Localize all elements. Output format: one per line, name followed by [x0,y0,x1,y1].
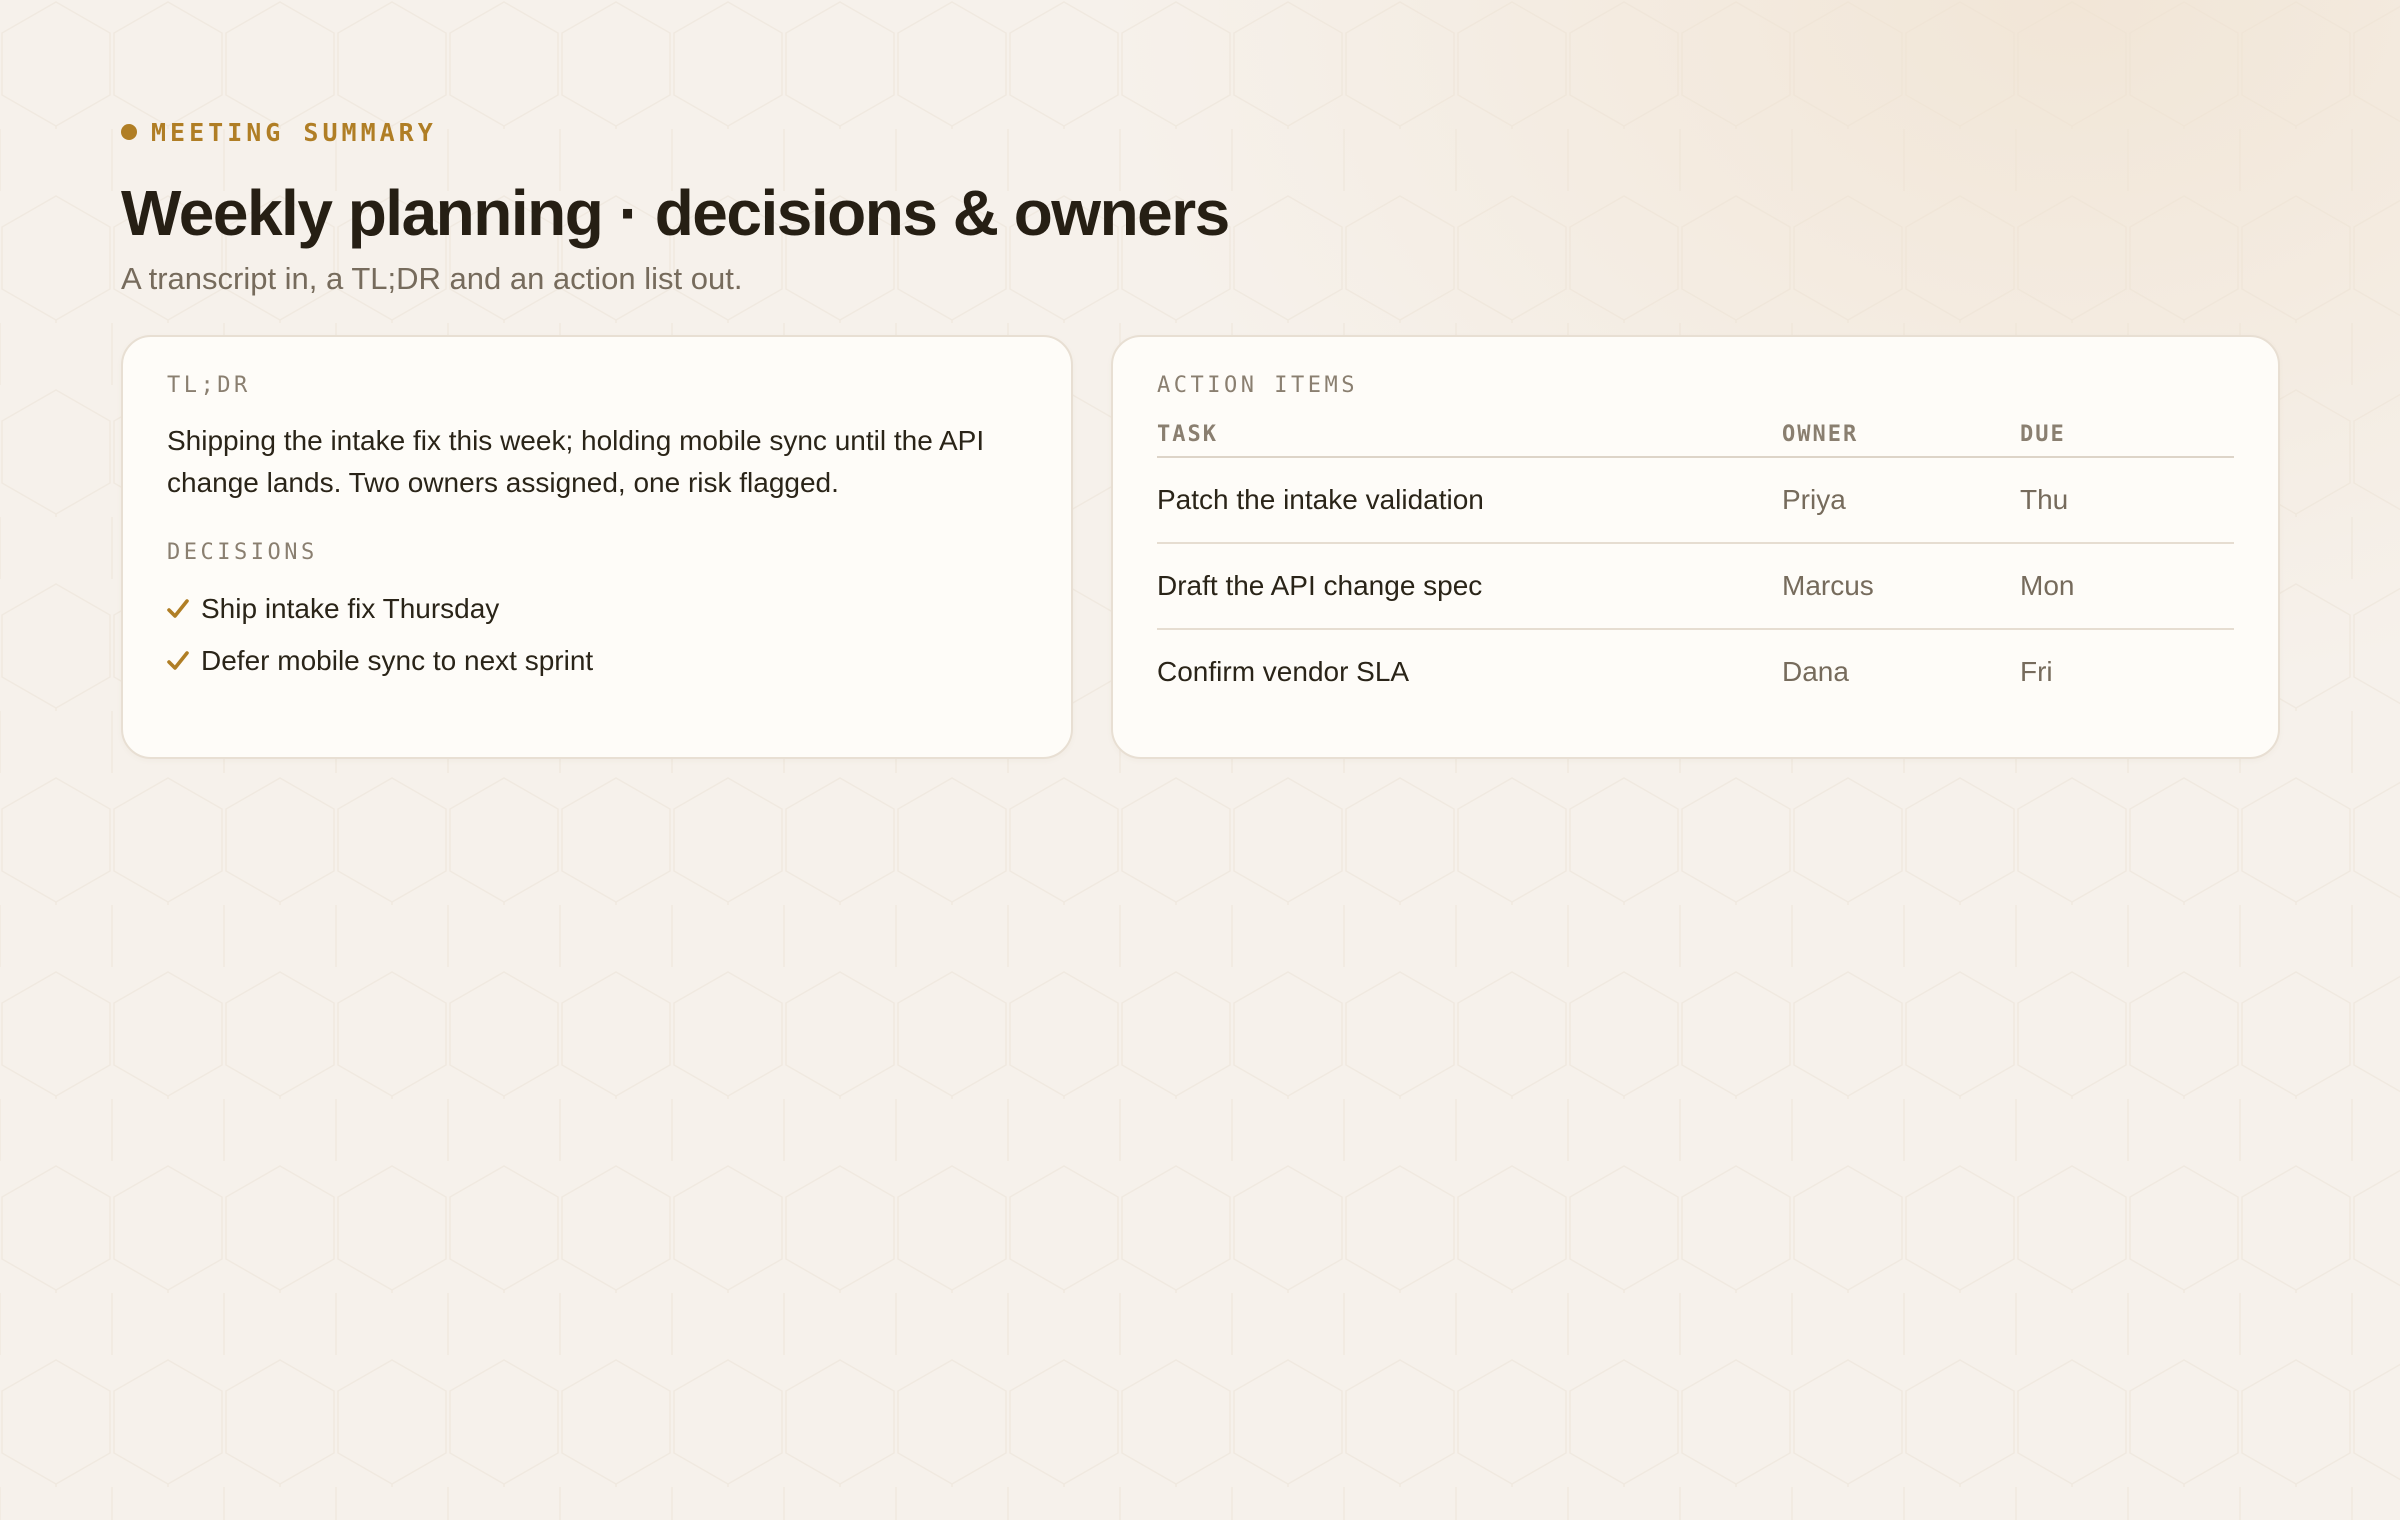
column-header-task: TASK [1157,421,1218,447]
action-items-table: TASK OWNER DUE Patch the intake validati… [1157,412,2234,714]
task-cell: Draft the API change spec [1157,570,1483,602]
column-header-owner: OWNER [1782,421,1859,447]
eyebrow-dot-icon [121,124,137,140]
check-icon [167,651,189,670]
decision-item: Defer mobile sync to next sprint [167,635,1027,687]
tldr-label: TL;DR [167,373,251,399]
decisions-label: DECISIONS [167,540,318,566]
owner-cell: Marcus [1782,570,1874,602]
action-items-label: ACTION ITEMS [1157,373,1358,399]
action-items-card: ACTION ITEMS TASK OWNER DUE Patch the in… [1111,335,2280,760]
decision-text: Defer mobile sync to next sprint [201,645,594,677]
due-cell: Mon [2020,570,2075,602]
tldr-card: TL;DR Shipping the intake fix this week;… [121,335,1073,760]
eyebrow: MEETING SUMMARY [121,117,2281,147]
decision-text: Ship intake fix Thursday [201,593,500,625]
check-icon [167,599,189,618]
eyebrow-label: MEETING SUMMARY [151,117,437,147]
summary-cards: TL;DR Shipping the intake fix this week;… [121,335,2281,760]
owner-cell: Dana [1782,656,1849,688]
due-cell: Fri [2020,656,2053,688]
owner-cell: Priya [1782,484,1846,516]
meeting-summary-page: MEETING SUMMARY Weekly planning · decisi… [0,0,2281,760]
decision-item: Ship intake fix Thursday [167,583,1027,635]
page-subtitle: A transcript in, a TL;DR and an action l… [121,261,743,297]
table-row: Draft the API change spec Marcus Mon [1157,544,2234,631]
task-cell: Patch the intake validation [1157,484,1484,516]
task-cell: Confirm vendor SLA [1157,656,1410,688]
table-row: Confirm vendor SLA Dana Fri [1157,630,2234,714]
table-row: Patch the intake validation Priya Thu [1157,458,2234,545]
due-cell: Thu [2020,484,2069,516]
decision-list: Ship intake fix Thursday Defer mobile sy… [167,583,1027,687]
tldr-text: Shipping the intake fix this week; holdi… [167,425,985,499]
table-header: TASK OWNER DUE [1157,412,2234,459]
page-title: Weekly planning · decisions & owners [121,177,1230,249]
column-header-due: DUE [2020,421,2066,447]
